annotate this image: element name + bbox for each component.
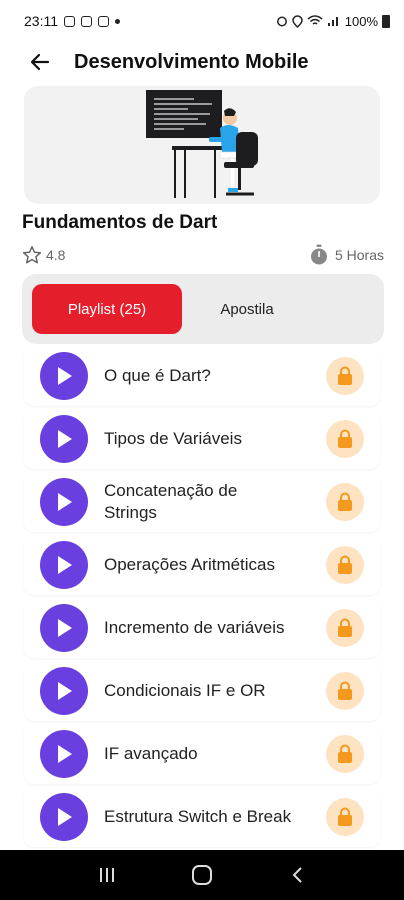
course-duration: 5 Horas [309, 244, 384, 266]
system-back-button[interactable] [277, 855, 317, 895]
tab-playlist[interactable]: Playlist (25) [32, 284, 182, 334]
lock-icon [338, 807, 352, 826]
play-icon [58, 556, 72, 574]
list-item[interactable]: Operações Aritméticas [24, 535, 380, 595]
play-icon [58, 619, 72, 637]
chevron-left-icon [292, 867, 302, 883]
signal-icon [327, 17, 338, 26]
play-button[interactable] [40, 604, 88, 652]
play-icon [58, 745, 72, 763]
list-item-label: Concatenação de Strings [104, 481, 238, 522]
list-item-label: Incremento de variáveis [104, 618, 285, 637]
course-meta: 4.8 5 Horas [22, 243, 384, 267]
lock-badge [326, 357, 364, 395]
status-bar: 23:11 100% [0, 0, 404, 42]
list-item[interactable]: Estrutura Switch e Break [24, 787, 380, 847]
list-item[interactable]: Condicionais IF e OR [24, 661, 380, 721]
play-button[interactable] [40, 730, 88, 778]
battery-percentage: 100% [344, 13, 378, 29]
lock-badge [326, 609, 364, 647]
play-button[interactable] [40, 793, 88, 841]
lock-icon [338, 366, 352, 385]
list-item[interactable]: Concatenação de Strings [24, 472, 380, 532]
lock-icon [338, 744, 352, 763]
list-item[interactable]: O que é Dart? [24, 346, 380, 406]
more-notifications-dot-icon [115, 18, 120, 24]
rating-value: 4.8 [46, 247, 66, 263]
status-time: 23:11 [24, 13, 58, 29]
status-right: 100% [276, 14, 390, 29]
list-item[interactable]: Tipos de Variáveis [24, 409, 380, 469]
gallery-notification-icon [64, 15, 75, 27]
play-button[interactable] [40, 478, 88, 526]
list-item-label: Condicionais IF e OR [104, 681, 266, 700]
list-item[interactable]: Incremento de variáveis [24, 598, 380, 658]
lock-icon [338, 618, 352, 637]
course-title: Fundamentos de Dart [22, 212, 218, 233]
status-left: 23:11 [24, 13, 120, 29]
playlist: O que é Dart? Tipos de Variáveis Concate… [24, 346, 382, 850]
app-header: Desenvolvimento Mobile [0, 42, 404, 82]
play-button[interactable] [40, 415, 88, 463]
lock-badge [326, 483, 364, 521]
wifi-icon [307, 15, 323, 25]
duration-value: 5 Horas [334, 247, 384, 263]
battery-icon [382, 14, 390, 28]
lock-icon [338, 555, 352, 574]
play-icon [58, 493, 72, 511]
play-icon [58, 367, 72, 385]
back-button[interactable] [22, 44, 58, 80]
recent-apps-icon [100, 868, 115, 882]
lock-badge [326, 546, 364, 584]
list-item-label: O que é Dart? [104, 366, 211, 385]
play-icon [58, 430, 72, 448]
course-illustration [24, 86, 380, 204]
instagram-notification-icon-2 [98, 15, 109, 27]
lock-icon [338, 429, 352, 448]
home-button[interactable] [182, 855, 222, 895]
list-item-label: Estrutura Switch e Break [104, 807, 292, 826]
lock-badge [326, 735, 364, 773]
list-item-label: Operações Aritméticas [104, 555, 276, 574]
list-item[interactable]: IF avançado [24, 724, 380, 784]
instagram-notification-icon [81, 15, 92, 27]
play-icon [58, 808, 72, 826]
play-button[interactable] [40, 352, 88, 400]
lock-badge [326, 672, 364, 710]
lock-badge [326, 798, 364, 836]
arrow-left-icon [30, 53, 50, 71]
play-button[interactable] [40, 667, 88, 715]
developer-at-desk-illustration [146, 90, 258, 198]
play-icon [58, 682, 72, 700]
home-icon [191, 865, 212, 885]
location-icon [291, 14, 303, 28]
course-rating: 4.8 [22, 245, 65, 265]
recent-apps-button[interactable] [87, 855, 127, 895]
system-navigation-bar [0, 850, 404, 900]
alarm-icon [276, 16, 287, 27]
tab-apostila[interactable]: Apostila [182, 284, 312, 334]
list-item-label: IF avançado [104, 744, 198, 763]
lock-icon [338, 492, 352, 511]
page-title: Desenvolvimento Mobile [74, 50, 309, 73]
star-outline-icon [22, 246, 42, 264]
list-item-label: Tipos de Variáveis [104, 429, 242, 448]
play-button[interactable] [40, 541, 88, 589]
stopwatch-icon [310, 244, 327, 265]
content-tabs: Playlist (25) Apostila [22, 274, 384, 344]
lock-badge [326, 420, 364, 458]
lock-icon [338, 681, 352, 700]
